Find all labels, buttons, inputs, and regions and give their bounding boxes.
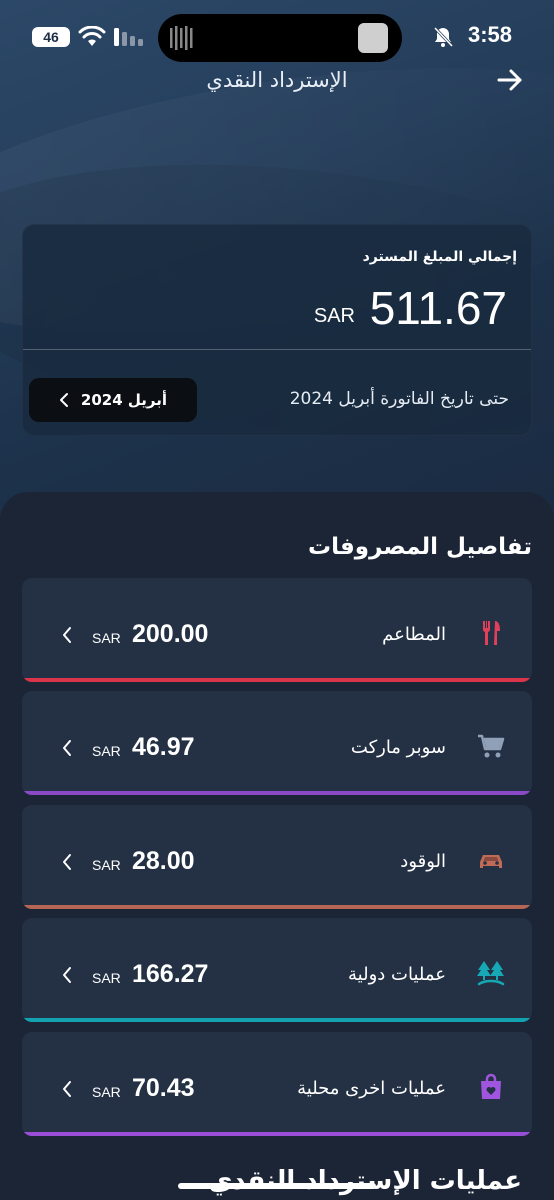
bag-heart-icon bbox=[481, 1073, 501, 1099]
currency-label: SAR bbox=[92, 743, 121, 759]
category-amount: 166.27 bbox=[132, 960, 209, 988]
home-indicator[interactable] bbox=[178, 1183, 376, 1189]
clock-time: 3:58 bbox=[467, 22, 512, 47]
category-card-supermarket[interactable]: سوبر ماركت 46.97 SAR bbox=[22, 691, 532, 795]
category-name: سوبر ماركت bbox=[350, 737, 446, 758]
fork-knife-icon bbox=[482, 621, 500, 645]
currency-label: SAR bbox=[92, 857, 121, 873]
cashback-transactions-title: عمليات الإسترداد النقدي bbox=[208, 1166, 523, 1196]
battery-indicator: 46 bbox=[32, 27, 70, 47]
category-color-bar bbox=[22, 1018, 532, 1022]
category-card-restaurants[interactable]: المطاعم 200.00 SAR bbox=[22, 578, 532, 682]
category-name: الوقود bbox=[400, 851, 446, 872]
cashback-summary-card: إجمالي المبلغ المسترد 511.67 SAR حتى تار… bbox=[22, 224, 532, 436]
dynamic-island bbox=[158, 14, 402, 62]
month-selector-label: أبريل 2024 bbox=[80, 391, 167, 409]
currency-label: SAR bbox=[92, 630, 121, 646]
billing-period-text: حتى تاريخ الفاتورة أبريل 2024 bbox=[289, 389, 509, 409]
category-card-fuel[interactable]: الوقود 28.00 SAR bbox=[22, 805, 532, 909]
category-color-bar bbox=[22, 678, 532, 682]
currency-label: SAR bbox=[92, 970, 121, 986]
car-icon bbox=[480, 855, 502, 868]
bell-off-icon bbox=[433, 26, 454, 48]
chevron-left-icon bbox=[63, 627, 71, 643]
chevron-left-icon bbox=[63, 1081, 71, 1097]
category-name: عمليات دولية bbox=[348, 964, 446, 985]
chevron-left-icon bbox=[63, 967, 71, 983]
chevron-left-icon bbox=[63, 740, 71, 756]
expenses-section-title: تفاصيل المصروفات bbox=[308, 534, 532, 560]
chevron-left-icon bbox=[63, 854, 71, 870]
category-name: عمليات اخرى محلية bbox=[297, 1078, 446, 1099]
cart-icon bbox=[478, 734, 505, 758]
category-amount: 46.97 bbox=[132, 733, 195, 761]
status-bar: 46 3:58 bbox=[0, 0, 554, 76]
category-card-local-other[interactable]: عمليات اخرى محلية 70.43 SAR bbox=[22, 1032, 532, 1136]
category-color-bar bbox=[22, 791, 532, 795]
divider bbox=[23, 349, 531, 350]
category-name: المطاعم bbox=[382, 624, 446, 645]
category-color-bar bbox=[22, 1132, 532, 1136]
month-selector-button[interactable]: أبريل 2024 bbox=[29, 378, 197, 422]
signal-icon bbox=[114, 28, 143, 46]
category-color-bar bbox=[22, 905, 532, 909]
total-cashback-amount: 511.67 bbox=[369, 282, 507, 334]
currency-label: SAR bbox=[313, 305, 355, 327]
page-title: الإسترداد النقدي bbox=[206, 68, 348, 92]
category-amount: 28.00 bbox=[132, 847, 195, 875]
wifi-icon bbox=[78, 26, 106, 46]
category-amount: 200.00 bbox=[132, 620, 209, 648]
total-cashback-label: إجمالي المبلغ المسترد bbox=[362, 249, 517, 265]
category-amount: 70.43 bbox=[132, 1074, 195, 1102]
category-card-international[interactable]: عمليات دولية 166.27 SAR bbox=[22, 918, 532, 1022]
media-thumbnail bbox=[358, 23, 388, 53]
currency-label: SAR bbox=[92, 1084, 121, 1100]
trees-icon bbox=[477, 961, 505, 986]
audio-bars-icon bbox=[170, 26, 193, 50]
arrow-right-icon[interactable] bbox=[496, 66, 524, 94]
chevron-left-icon bbox=[60, 393, 68, 407]
